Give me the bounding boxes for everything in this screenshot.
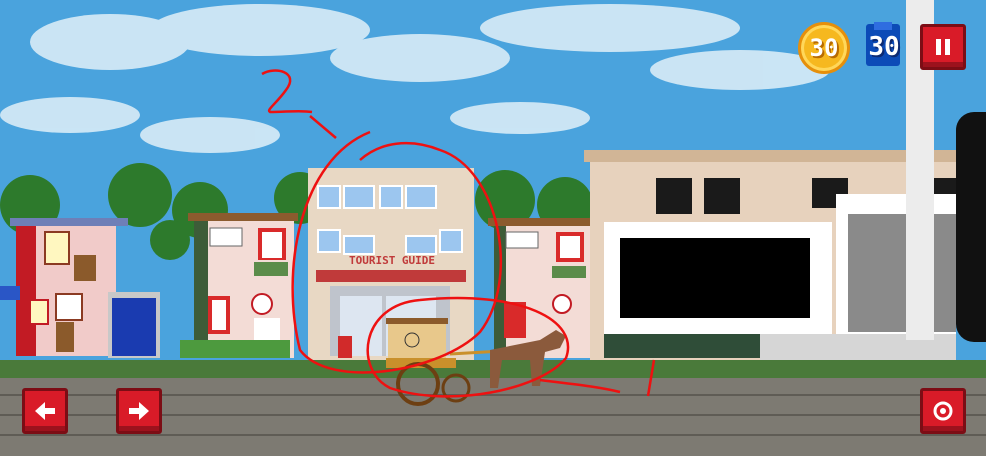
move-right-button[interactable] (116, 388, 162, 434)
ticket-count: 30 (868, 32, 900, 62)
coin-counter: 30 (798, 22, 850, 74)
coin-count: 30 (809, 34, 839, 62)
arrow-right-icon (129, 402, 149, 420)
pause-button[interactable] (920, 24, 966, 70)
side-panel-handle[interactable] (956, 112, 986, 342)
action-button[interactable] (920, 388, 966, 434)
arrow-left-icon (35, 402, 55, 420)
move-left-button[interactable] (22, 388, 68, 434)
building-sign: TOURIST GUIDE (348, 254, 436, 267)
pause-icon (936, 39, 950, 55)
ticket-counter: 30 (860, 22, 906, 68)
target-icon (933, 401, 953, 421)
house-green-left (180, 213, 298, 358)
house-green-right (488, 218, 596, 358)
